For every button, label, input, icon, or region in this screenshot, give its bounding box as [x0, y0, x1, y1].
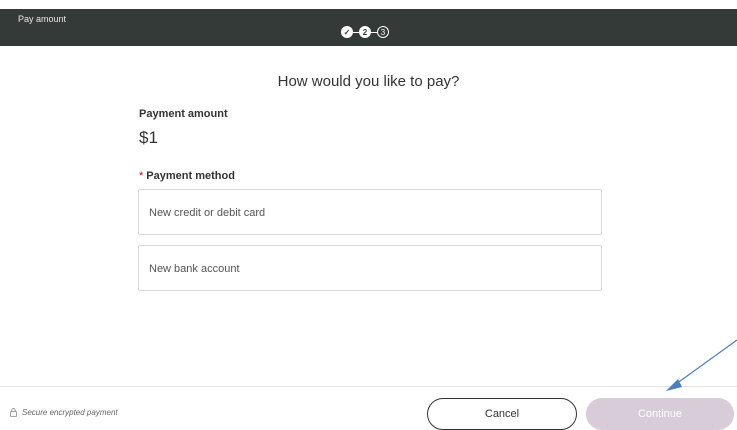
payment-method-label-text: Payment method: [146, 170, 235, 182]
page-heading: How would you like to pay?: [277, 73, 460, 90]
option-label: New credit or debit card: [149, 207, 266, 219]
payment-amount-value: $1: [139, 128, 158, 147]
header-title: Pay amount: [18, 14, 67, 24]
required-mark: *: [139, 170, 144, 182]
progress-stepper: ✓ 2 3: [341, 25, 389, 39]
payment-method-label: * Payment method: [139, 170, 235, 182]
checkmark-icon: ✓: [343, 27, 351, 37]
cancel-button[interactable]: Cancel: [427, 398, 577, 430]
step-3-pending: 3: [377, 26, 389, 38]
step-1-complete: ✓: [341, 26, 353, 38]
option-bank-account[interactable]: New bank account: [138, 245, 602, 291]
option-label: New bank account: [149, 263, 240, 275]
continue-button[interactable]: Continue: [586, 398, 734, 430]
footer-divider: [0, 386, 737, 387]
header-bar: Pay amount ✓ 2 3: [0, 9, 737, 46]
window-top-edge: [0, 0, 737, 9]
payment-amount-label: Payment amount: [139, 108, 228, 120]
lock-icon: [10, 408, 17, 417]
secure-payment-note: Secure encrypted payment: [10, 408, 118, 417]
secure-payment-text: Secure encrypted payment: [22, 408, 118, 417]
option-credit-debit-card[interactable]: New credit or debit card: [138, 189, 602, 235]
step-2-current: 2: [359, 26, 371, 38]
